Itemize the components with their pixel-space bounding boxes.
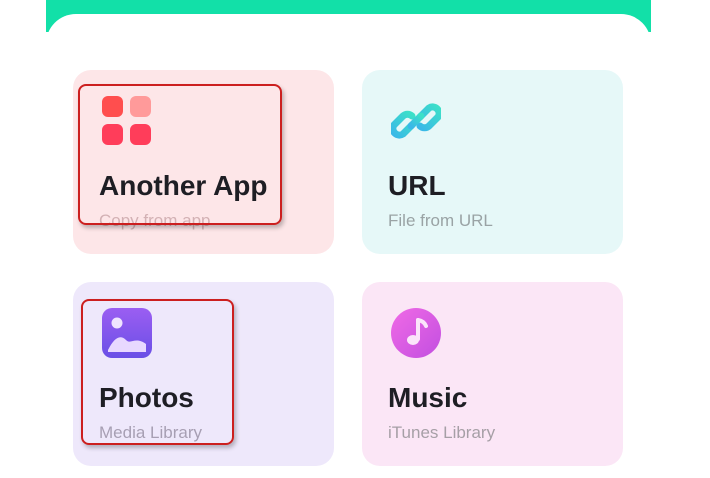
photos-card[interactable]: Photos Media Library bbox=[73, 282, 334, 466]
music-title: Music bbox=[388, 382, 468, 413]
music-note-icon bbox=[391, 308, 441, 358]
import-source-screen: Another App Copy from app URL File from … bbox=[0, 0, 710, 478]
url-title: URL bbox=[388, 170, 446, 201]
app-grid-icon bbox=[102, 96, 152, 146]
another-app-subtitle: Copy from app bbox=[99, 211, 211, 230]
url-card[interactable]: URL File from URL bbox=[362, 70, 623, 254]
another-app-title: Another App bbox=[99, 170, 268, 201]
music-card[interactable]: Music iTunes Library bbox=[362, 282, 623, 466]
another-app-card[interactable]: Another App Copy from app bbox=[73, 70, 334, 254]
photo-icon bbox=[102, 308, 152, 358]
music-subtitle: iTunes Library bbox=[388, 423, 496, 442]
link-icon bbox=[391, 96, 441, 146]
url-subtitle: File from URL bbox=[388, 211, 493, 230]
photos-subtitle: Media Library bbox=[99, 423, 202, 442]
photos-title: Photos bbox=[99, 382, 194, 413]
